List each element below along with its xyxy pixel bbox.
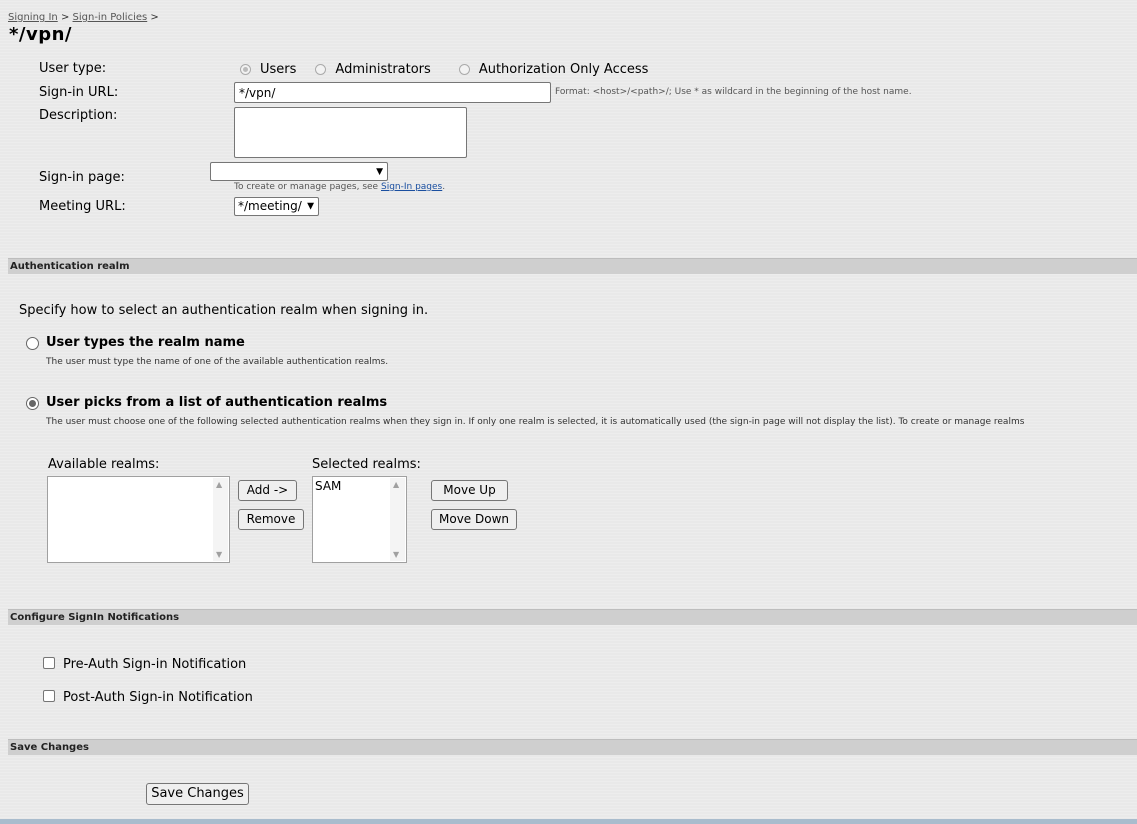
signin-url-label: Sign-in URL: <box>39 85 119 100</box>
breadcrumb-separator: > <box>60 12 70 23</box>
add-realm-button[interactable]: Add -> <box>238 480 297 501</box>
user-type-authorization-only-radio[interactable] <box>458 64 470 75</box>
available-realms-listbox[interactable]: ▲ ▼ <box>47 476 230 563</box>
meeting-url-select[interactable]: */meeting/ ▼ <box>234 197 319 216</box>
signin-page-hint: To create or manage pages, see Sign-In p… <box>234 182 446 192</box>
realm-type-name-desc: The user must type the name of one of th… <box>46 357 389 367</box>
realm-pick-list-title: User picks from a list of authentication… <box>46 395 388 410</box>
meeting-url-value: */meeting/ <box>238 199 302 213</box>
post-auth-label: Post-Auth Sign-in Notification <box>63 690 253 705</box>
breadcrumb-signin-policies-link[interactable]: Sign-in Policies <box>73 12 148 23</box>
user-type-users-label: Users <box>260 62 297 77</box>
realm-pick-list-radio[interactable] <box>26 397 39 410</box>
signin-url-input[interactable] <box>234 82 551 103</box>
breadcrumb: Signing In > Sign-in Policies > <box>8 12 159 23</box>
signin-pages-link[interactable]: Sign-In pages <box>381 182 442 192</box>
signin-notifications-header: Configure SignIn Notifications <box>8 609 1137 625</box>
scroll-down-icon: ▼ <box>216 550 223 559</box>
bottom-frame-border <box>0 819 1137 824</box>
breadcrumb-separator: > <box>150 12 159 23</box>
signin-page-label: Sign-in page: <box>39 170 125 185</box>
page-title: */vpn/ <box>9 24 72 45</box>
pre-auth-label: Pre-Auth Sign-in Notification <box>63 657 247 672</box>
user-type-group: Users Administrators Authorization Only … <box>240 62 648 77</box>
scroll-up-icon: ▲ <box>393 480 400 489</box>
list-item[interactable]: SAM <box>313 477 343 495</box>
user-type-users-radio[interactable] <box>240 64 251 75</box>
move-up-button[interactable]: Move Up <box>431 480 508 501</box>
post-auth-checkbox[interactable] <box>43 690 55 702</box>
chevron-down-icon: ▼ <box>376 166 383 177</box>
user-type-label: User type: <box>39 61 107 76</box>
move-down-button[interactable]: Move Down <box>431 509 517 530</box>
user-type-administrators-label: Administrators <box>335 62 431 77</box>
realm-type-name-radio[interactable] <box>26 337 39 350</box>
save-changes-button[interactable]: Save Changes <box>146 783 249 805</box>
user-type-authorization-only-label: Authorization Only Access <box>478 62 649 77</box>
selected-realms-listbox[interactable]: SAM ▲ ▼ <box>312 476 407 563</box>
description-label: Description: <box>39 108 118 123</box>
remove-realm-button[interactable]: Remove <box>238 509 304 530</box>
signin-url-hint: Format: <host>/<path>/; Use * as wildcar… <box>555 87 912 97</box>
authentication-realm-header: Authentication realm <box>8 258 1137 274</box>
realm-pick-list-desc: The user must choose one of the followin… <box>46 417 1025 427</box>
available-realms-label: Available realms: <box>48 457 160 472</box>
realm-type-name-title: User types the realm name <box>46 335 245 350</box>
breadcrumb-signing-in-link[interactable]: Signing In <box>8 12 58 23</box>
signin-page-value <box>211 163 215 177</box>
signin-page-select[interactable]: ▼ <box>210 162 388 181</box>
scroll-up-icon: ▲ <box>216 480 223 489</box>
save-changes-header: Save Changes <box>8 739 1137 755</box>
auth-realm-intro: Specify how to select an authentication … <box>19 303 429 318</box>
pre-auth-checkbox[interactable] <box>43 657 55 669</box>
chevron-down-icon: ▼ <box>307 201 314 211</box>
description-textarea[interactable] <box>234 107 467 158</box>
selected-realms-label: Selected realms: <box>312 457 421 472</box>
user-type-administrators-radio[interactable] <box>315 64 327 75</box>
scrollbar[interactable]: ▲ ▼ <box>213 478 228 561</box>
scrollbar[interactable]: ▲ ▼ <box>390 478 405 561</box>
meeting-url-label: Meeting URL: <box>39 199 126 214</box>
scroll-down-icon: ▼ <box>393 550 400 559</box>
